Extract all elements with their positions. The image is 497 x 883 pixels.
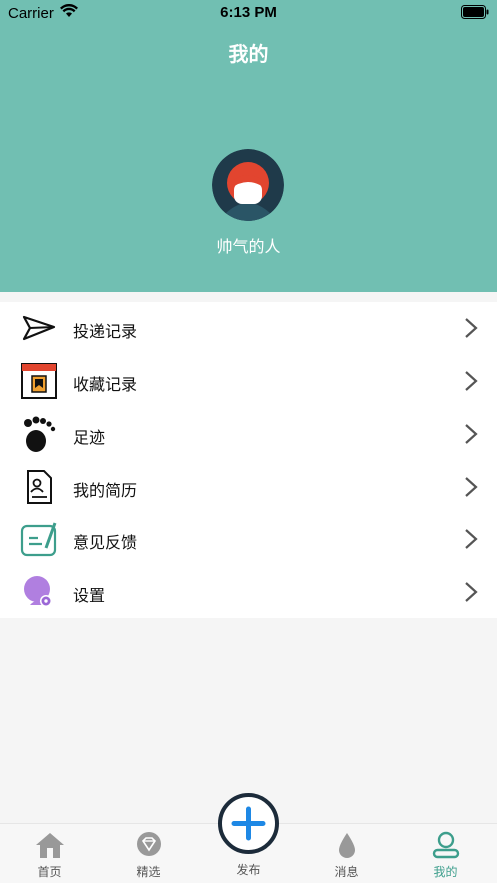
menu-item-favorites[interactable]: 收藏记录	[0, 355, 497, 407]
menu-item-footprint[interactable]: 足迹	[0, 408, 497, 460]
menu-item-my-resume[interactable]: 我的简历	[0, 461, 497, 513]
tab-label: 消息	[334, 865, 359, 879]
bookmark-calendar-icon	[21, 363, 57, 399]
tab-publish-label: 发布	[236, 863, 261, 877]
tab-label: 精选	[136, 865, 161, 879]
chevron-right-icon	[465, 529, 478, 549]
menu-item-settings[interactable]: 设置	[0, 566, 497, 618]
chevron-right-icon	[465, 424, 478, 444]
status-bar: Carrier 6:13 PM	[0, 0, 497, 26]
home-icon	[35, 833, 64, 858]
tab-featured[interactable]: 精选	[99, 824, 198, 883]
plus-circle-icon	[231, 806, 266, 841]
paper-plane-icon	[22, 315, 56, 341]
avatar[interactable]	[212, 149, 284, 221]
menu-item-delivery-records[interactable]: 投递记录	[0, 302, 497, 354]
resume-document-icon	[27, 470, 52, 504]
footprint-icon	[24, 416, 56, 452]
profile-menu: 投递记录 收藏记录 足迹 我的简历 意见反馈 设置	[0, 302, 497, 618]
user-icon	[432, 831, 459, 859]
feedback-pen-icon	[20, 522, 57, 557]
drop-icon	[338, 833, 355, 858]
battery-icon	[461, 5, 489, 19]
menu-item-label: 设置	[73, 588, 106, 605]
profile-header: Carrier 6:13 PM 我的 帅气的人	[0, 0, 497, 292]
menu-item-label: 意见反馈	[73, 535, 138, 552]
tab-label: 首页	[37, 865, 62, 879]
chevron-right-icon	[465, 582, 478, 602]
username: 帅气的人	[216, 239, 281, 256]
settings-user-icon	[24, 576, 52, 607]
menu-item-feedback[interactable]: 意见反馈	[0, 513, 497, 565]
tab-label: 我的	[433, 865, 458, 879]
tab-home[interactable]: 首页	[0, 824, 99, 883]
chevron-right-icon	[465, 371, 478, 391]
tab-mine[interactable]: 我的	[396, 824, 495, 883]
chevron-right-icon	[465, 477, 478, 497]
menu-item-label: 收藏记录	[73, 377, 138, 394]
status-time: 6:13 PM	[220, 4, 277, 21]
tab-messages[interactable]: 消息	[297, 824, 396, 883]
page-title: 我的	[228, 44, 269, 66]
menu-item-label: 足迹	[73, 430, 106, 447]
menu-item-label: 我的简历	[73, 483, 138, 500]
menu-item-label: 投递记录	[73, 324, 138, 341]
chevron-right-icon	[465, 318, 478, 338]
publish-button[interactable]	[218, 793, 279, 854]
diamond-icon	[136, 832, 161, 856]
